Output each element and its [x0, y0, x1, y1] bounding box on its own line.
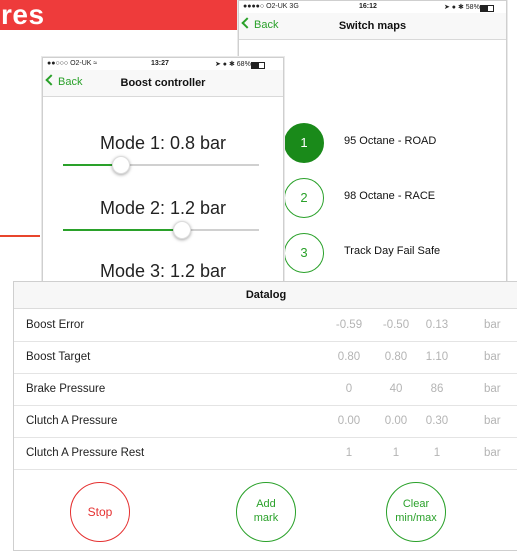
value-current: -0.59: [335, 319, 363, 331]
unit-label: bar: [484, 351, 501, 363]
mode-1-label: Mode 1: 0.8 bar: [99, 133, 227, 153]
accent-divider: [0, 235, 40, 237]
status-icons-text: ➤ ● ✱ 68%: [215, 61, 251, 68]
value-min: -0.50: [382, 319, 410, 331]
unit-label: bar: [484, 383, 501, 395]
stop-button[interactable]: Stop: [70, 482, 130, 542]
value-current: 1: [345, 447, 353, 459]
mode-3-label: Mode 3: 1.2 bar: [99, 261, 227, 281]
table-row: Clutch A Pressure 0.00 0.00 0.30 bar: [14, 406, 517, 438]
value-min: 40: [389, 383, 403, 395]
banner-text: res: [1, 0, 45, 30]
slider-knob[interactable]: [111, 156, 130, 174]
page-title: Boost controller: [120, 77, 206, 89]
nav-bar: Back Boost controller: [43, 70, 283, 97]
map-item-1[interactable]: 1 95 Octane - ROAD: [284, 123, 499, 163]
row-label: Clutch A Pressure: [26, 415, 118, 427]
value-max: 1.10: [425, 351, 449, 363]
table-row: Brake Pressure 0 40 86 bar: [14, 374, 517, 406]
map-number-badge[interactable]: 3: [284, 233, 324, 273]
map-label: 95 Octane - ROAD: [344, 135, 437, 147]
add-mark-label: Add mark: [237, 497, 295, 525]
status-right: ➤ ● ✱ 58%: [444, 3, 494, 12]
mode-2-label: Mode 2: 1.2 bar: [99, 198, 227, 218]
slider-knob[interactable]: [172, 221, 191, 239]
status-icons-text: ➤ ● ✱ 58%: [444, 4, 480, 11]
value-current: 0.00: [337, 415, 361, 427]
table-row: Clutch A Pressure Rest 1 1 1 bar: [14, 438, 517, 470]
clock-text: 16:12: [359, 3, 377, 10]
mode-1-slider[interactable]: [63, 156, 259, 174]
status-bar: ●●●●○ O2-UK 3G 16:12 ➤ ● ✱ 58%: [239, 1, 506, 13]
row-label: Brake Pressure: [26, 383, 106, 395]
slider-fill: [63, 229, 181, 231]
clear-min-max-button[interactable]: Clear min/max: [386, 482, 446, 542]
value-max: 0.30: [425, 415, 449, 427]
unit-label: bar: [484, 415, 501, 427]
map-number-badge[interactable]: 2: [284, 178, 324, 218]
header-banner: res: [0, 0, 265, 30]
mode-2-slider[interactable]: [63, 221, 259, 239]
datalog-panel: Datalog Boost Error -0.59 -0.50 0.13 bar…: [13, 281, 517, 551]
carrier-text: ●●○○○ O2-UK ≈: [47, 60, 98, 67]
value-max: 1: [433, 447, 441, 459]
map-item-3[interactable]: 3 Track Day Fail Safe: [284, 233, 499, 273]
clear-label: Clear min/max: [387, 497, 445, 525]
map-label: 98 Octane - RACE: [344, 190, 436, 202]
map-item-2[interactable]: 2 98 Octane - RACE: [284, 178, 499, 218]
carrier-text: ●●●●○ O2-UK 3G: [243, 3, 299, 10]
value-current: 0.80: [337, 351, 361, 363]
value-min: 1: [392, 447, 400, 459]
value-max: 86: [430, 383, 444, 395]
table-row: Boost Error -0.59 -0.50 0.13 bar: [14, 310, 517, 342]
clock-text: 13:27: [151, 60, 169, 67]
status-bar: ●●○○○ O2-UK ≈ 13:27 ➤ ● ✱ 68%: [43, 58, 283, 70]
value-current: 0: [345, 383, 353, 395]
row-label: Boost Target: [26, 351, 91, 363]
clear-line1: Clear: [402, 498, 430, 510]
value-min: 0.00: [384, 415, 408, 427]
unit-label: bar: [484, 447, 501, 459]
table-row: Boost Target 0.80 0.80 1.10 bar: [14, 342, 517, 374]
unit-label: bar: [484, 319, 501, 331]
value-max: 0.13: [425, 319, 449, 331]
map-label: Track Day Fail Safe: [344, 245, 441, 257]
clear-line2: min/max: [395, 512, 437, 524]
status-right: ➤ ● ✱ 68%: [215, 60, 265, 69]
nav-bar: Back Switch maps: [239, 13, 506, 40]
add-mark-line2: mark: [253, 512, 279, 524]
datalog-title: Datalog: [14, 282, 517, 309]
row-label: Clutch A Pressure Rest: [26, 447, 145, 459]
battery-icon: [250, 62, 265, 69]
add-mark-button[interactable]: Add mark: [236, 482, 296, 542]
row-label: Boost Error: [26, 319, 85, 331]
battery-icon: [479, 5, 494, 12]
add-mark-line1: Add: [256, 498, 276, 510]
value-min: 0.80: [384, 351, 408, 363]
map-number-badge[interactable]: 1: [284, 123, 324, 163]
page-title: Switch maps: [338, 20, 407, 32]
